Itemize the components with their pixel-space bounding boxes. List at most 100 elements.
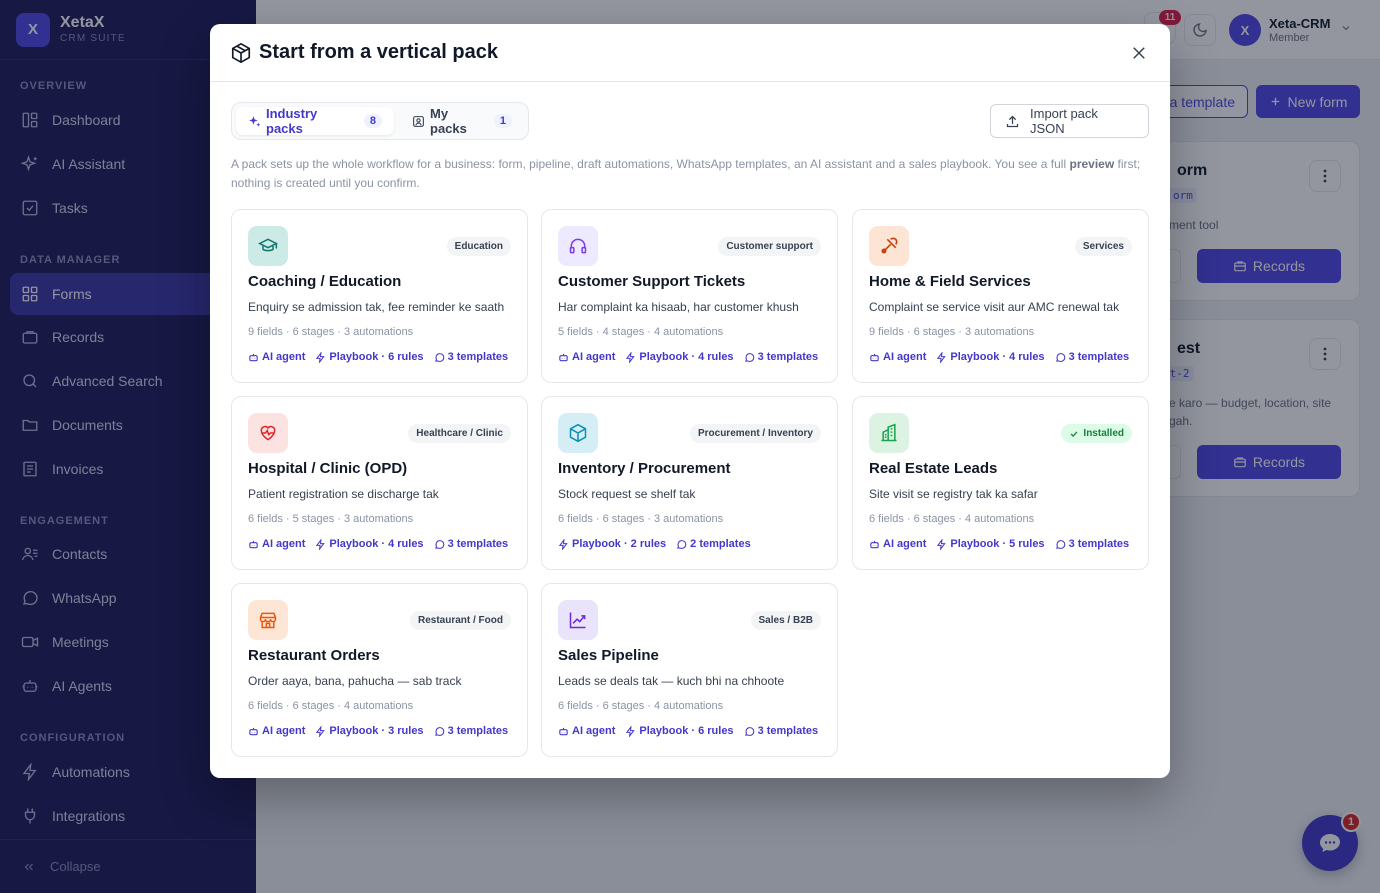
- ai-agent-feature: AI agent: [248, 351, 305, 363]
- whatsapp-icon: [744, 352, 755, 363]
- pack-meta: 9 fields · 6 stages · 3 automations: [869, 326, 1035, 338]
- check-icon: [1069, 429, 1079, 439]
- templates-feature: 3 templates: [1055, 538, 1129, 550]
- whatsapp-icon: [1055, 539, 1066, 550]
- pack-subtitle: Site visit se registry tak ka safar: [869, 487, 1038, 501]
- ai-agent-feature: AI agent: [558, 725, 615, 737]
- pack-icon-tile: [869, 226, 909, 266]
- playbook-label: Playbook · 4 rules: [329, 538, 424, 550]
- pack-category-tag: Customer support: [718, 237, 821, 256]
- pack-features: AI agent Playbook · 4 rules 3 templates: [248, 538, 508, 550]
- bolt-icon: [315, 725, 326, 737]
- tab-count-badge: 8: [363, 114, 382, 128]
- pack-features: Playbook · 2 rules 2 templates: [558, 538, 751, 550]
- pack-meta: 6 fields · 5 stages · 3 automations: [248, 513, 414, 525]
- pack-features: AI agent Playbook · 3 rules 3 templates: [248, 725, 508, 737]
- pack-features: AI agent Playbook · 5 rules 3 templates: [869, 538, 1129, 550]
- graduation-cap-icon: [258, 236, 278, 256]
- pack-category-tag: Sales / B2B: [750, 611, 821, 630]
- pack-subtitle: Enquiry se admission tak, fee reminder k…: [248, 300, 505, 314]
- robot-icon: [558, 726, 569, 737]
- templates-feature: 3 templates: [1055, 351, 1130, 363]
- pack-card[interactable]: Procurement / Inventory Inventory / Procu…: [541, 396, 838, 570]
- pack-features: AI agent Playbook · 6 rules 3 templates: [558, 725, 818, 737]
- pack-tag-label: Services: [1082, 241, 1124, 252]
- pack-icon-tile: [248, 600, 288, 640]
- ai-agent-feature: AI agent: [248, 538, 305, 550]
- pack-subtitle: Har complaint ka hisaab, har customer kh…: [558, 300, 799, 314]
- templates-label: 3 templates: [447, 725, 509, 737]
- templates-feature: 2 templates: [676, 538, 751, 550]
- pack-category-tag: Restaurant / Food: [409, 611, 511, 630]
- pack-category-tag: Procurement / Inventory: [689, 424, 821, 443]
- pack-icon-tile: [869, 413, 909, 453]
- pack-subtitle: Leads se deals tak — kuch bhi na chhoote: [558, 674, 785, 688]
- templates-feature: 3 templates: [744, 351, 818, 363]
- whatsapp-icon: [744, 726, 755, 737]
- modal-description: A pack sets up the whole workflow for a …: [231, 155, 1149, 193]
- bolt-icon: [558, 538, 569, 550]
- pack-meta: 6 fields · 6 stages · 4 automations: [869, 513, 1035, 525]
- package-icon: [230, 42, 252, 64]
- pack-tag-label: Education: [454, 241, 503, 252]
- pack-card[interactable]: Restaurant / Food Restaurant Orders Order …: [231, 583, 528, 757]
- pack-tabs: Industry packs 8 My packs 1: [231, 102, 529, 140]
- pack-card[interactable]: Healthcare / Clinic Hospital / Clinic (OP…: [231, 396, 528, 570]
- sparkle-icon: [248, 115, 261, 128]
- pack-category-tag: Education: [446, 237, 511, 256]
- ai-agent-feature: AI agent: [558, 351, 615, 363]
- bolt-icon: [936, 538, 947, 550]
- robot-icon: [558, 352, 569, 363]
- playbook-label: Playbook · 6 rules: [639, 725, 734, 737]
- user-square-icon: [412, 115, 425, 128]
- pack-category-tag: Services: [1074, 237, 1132, 256]
- installed-badge: Installed: [1061, 424, 1132, 443]
- pack-title: Inventory / Procurement: [558, 460, 731, 477]
- pack-meta: 9 fields · 6 stages · 3 automations: [248, 326, 414, 338]
- desc-emphasis: preview: [1069, 157, 1115, 171]
- pack-tag-label: Customer support: [726, 241, 813, 252]
- robot-icon: [869, 352, 880, 363]
- tab-count-badge: 1: [493, 114, 512, 128]
- pack-card[interactable]: Services Home & Field Services Complaint s…: [852, 209, 1149, 383]
- bolt-icon: [315, 538, 326, 550]
- templates-label: 3 templates: [1068, 351, 1130, 363]
- pack-subtitle: Order aaya, bana, pahucha — sab track: [248, 674, 462, 688]
- bolt-icon: [625, 351, 636, 363]
- playbook-label: Playbook · 4 rules: [639, 351, 734, 363]
- building-icon: [879, 423, 899, 443]
- ai-agent-feature: AI agent: [869, 538, 926, 550]
- import-pack-json-button[interactable]: Import pack JSON: [990, 104, 1149, 138]
- pack-subtitle: Complaint se service visit aur AMC renew…: [869, 300, 1120, 314]
- pack-icon-tile: [558, 226, 598, 266]
- templates-feature: 3 templates: [434, 351, 508, 363]
- playbook-label: Playbook · 6 rules: [329, 351, 424, 363]
- close-button[interactable]: [1128, 42, 1150, 64]
- heart-pulse-icon: [258, 423, 278, 443]
- pack-card[interactable]: Sales / B2B Sales Pipeline Leads se deals …: [541, 583, 838, 757]
- pack-features: AI agent Playbook · 6 rules 3 templates: [248, 351, 508, 363]
- ai-agent-label: AI agent: [883, 538, 927, 550]
- pack-card[interactable]: Customer support Customer Support Tickets…: [541, 209, 838, 383]
- bolt-icon: [315, 351, 326, 363]
- vertical-pack-modal: Start from a vertical pack Industry pack…: [210, 24, 1170, 778]
- pack-tag-label: Healthcare / Clinic: [416, 428, 503, 439]
- playbook-label: Playbook · 2 rules: [572, 538, 667, 550]
- pack-card[interactable]: Education Coaching / Education Enquiry se …: [231, 209, 528, 383]
- playbook-feature: Playbook · 4 rules: [315, 538, 424, 550]
- storefront-icon: [258, 610, 278, 630]
- templates-label: 3 templates: [757, 725, 819, 737]
- pack-card[interactable]: Installed Real Estate Leads Site visit se …: [852, 396, 1149, 570]
- pack-tag-label: Installed: [1083, 428, 1124, 439]
- close-icon: [1130, 44, 1148, 62]
- ai-agent-label: AI agent: [572, 351, 616, 363]
- tab-my-packs[interactable]: My packs 1: [400, 106, 524, 136]
- pack-icon-tile: [248, 413, 288, 453]
- templates-feature: 3 templates: [434, 538, 508, 550]
- templates-label: 2 templates: [690, 538, 751, 550]
- templates-feature: 3 templates: [744, 725, 819, 737]
- tab-industry-packs[interactable]: Industry packs 8: [236, 106, 394, 136]
- headphones-icon: [568, 236, 588, 256]
- robot-icon: [248, 726, 259, 737]
- playbook-feature: Playbook · 6 rules: [625, 725, 734, 737]
